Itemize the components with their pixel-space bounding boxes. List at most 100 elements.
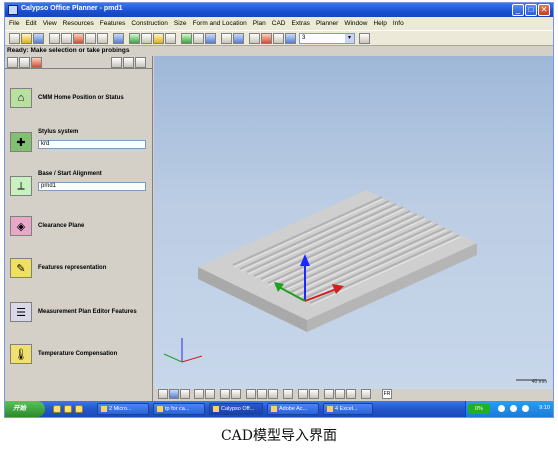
help-icon[interactable]	[221, 33, 232, 44]
start-button[interactable]: 开始	[5, 401, 45, 417]
menu-file[interactable]: File	[9, 20, 19, 27]
menu-extras[interactable]: Extras	[292, 20, 310, 27]
feature-cmm-home[interactable]: ⌂ CMM Home Position or Status	[5, 84, 153, 124]
view-mode-label[interactable]: FR	[382, 389, 392, 399]
menu-cad[interactable]: CAD	[272, 20, 286, 27]
feature-clearance-plane[interactable]: ◈ Clearance Plane	[5, 212, 153, 252]
rotate-dropdown-icon[interactable]	[309, 389, 319, 399]
taskbar-item-micro[interactable]: 2 Micro...	[97, 403, 149, 415]
panel-view-icon[interactable]	[7, 57, 18, 68]
undo-icon[interactable]	[85, 33, 96, 44]
chevron-down-icon[interactable]: ▾	[345, 34, 354, 43]
probe-icon[interactable]	[141, 33, 152, 44]
taskbar-item-excel[interactable]: 4 Excel...	[323, 403, 373, 415]
feature-stylus-system[interactable]: ✚ Stylus system krd	[5, 126, 153, 166]
quick-launch-ie-icon[interactable]	[53, 405, 61, 413]
panel-search-icon[interactable]	[111, 57, 122, 68]
copy-icon[interactable]	[61, 33, 72, 44]
panel-down-icon[interactable]	[135, 57, 146, 68]
cube-view-icon[interactable]	[169, 389, 179, 399]
menu-plan[interactable]: Plan	[253, 20, 266, 27]
menu-window[interactable]: Window	[344, 20, 367, 27]
tray-security-icon[interactable]	[522, 405, 529, 412]
cad-viewport[interactable]: 40 mm	[154, 56, 553, 389]
taskbar-item-adobe[interactable]: Adobe Ac...	[267, 403, 319, 415]
stop-icon[interactable]	[261, 33, 272, 44]
feature-base-alignment[interactable]: ⟂ Base / Start Alignment pmd1	[5, 168, 153, 208]
menu-resources[interactable]: Resources	[63, 20, 94, 27]
menu-bar: File Edit View Resources Features Constr…	[5, 17, 553, 30]
save-icon[interactable]	[33, 33, 44, 44]
panel-up-icon[interactable]	[123, 57, 134, 68]
view-dropdown-icon[interactable]	[205, 389, 215, 399]
cad-scene	[163, 190, 546, 381]
section-icon[interactable]	[335, 389, 345, 399]
quick-launch-folder-icon[interactable]	[64, 405, 72, 413]
tray-volume-icon[interactable]	[510, 405, 517, 412]
app-icon	[8, 5, 18, 15]
zoom-window-icon[interactable]	[268, 389, 278, 399]
clip-icon[interactable]	[324, 389, 334, 399]
display-icon[interactable]	[285, 33, 296, 44]
view-front-icon[interactable]	[180, 389, 190, 399]
panel-flag-icon[interactable]	[31, 57, 42, 68]
base-alignment-field[interactable]: pmd1	[38, 182, 146, 191]
minimize-button[interactable]: _	[512, 4, 524, 16]
feature-plan-editor[interactable]: ☰ Measurement Plan Editor Features	[5, 296, 153, 336]
rotate-icon[interactable]	[298, 389, 308, 399]
table-icon[interactable]	[193, 33, 204, 44]
menu-form-location[interactable]: Form and Location	[193, 20, 247, 27]
cut-icon[interactable]	[49, 33, 60, 44]
measure-icon[interactable]	[249, 33, 260, 44]
feature-temperature[interactable]: 🌡 Temperature Compensation	[5, 340, 153, 380]
quick-launch-desktop-icon[interactable]	[75, 405, 83, 413]
panel-list-icon[interactable]	[19, 57, 30, 68]
menu-help[interactable]: Help	[373, 20, 386, 27]
report-icon[interactable]	[181, 33, 192, 44]
menu-size[interactable]: Size	[174, 20, 187, 27]
title-bar: Calypso Office Planner - pmd1 _ □ ✕	[5, 3, 553, 17]
stylus-system-field[interactable]: krd	[38, 140, 146, 149]
taskbar-item-calypso[interactable]: Calypso Off...	[209, 403, 263, 415]
monitor-icon[interactable]	[361, 389, 371, 399]
info-icon[interactable]	[233, 33, 244, 44]
menu-features[interactable]: Features	[100, 20, 126, 27]
close-button[interactable]: ✕	[538, 4, 550, 16]
feature-label: Features representation	[38, 265, 107, 271]
select-icon[interactable]	[158, 389, 168, 399]
zoom-out-icon[interactable]	[257, 389, 267, 399]
run-icon[interactable]	[165, 33, 176, 44]
cmm-icon[interactable]	[129, 33, 140, 44]
pan-icon[interactable]	[283, 389, 293, 399]
zoom-in-icon[interactable]	[246, 389, 256, 399]
toolbar-combo[interactable]: 3 ▾	[299, 33, 355, 44]
view-left-icon[interactable]	[194, 389, 204, 399]
tray-network-icon[interactable]	[498, 405, 505, 412]
menu-view[interactable]: View	[43, 20, 57, 27]
grid-icon[interactable]	[273, 33, 284, 44]
paste-icon[interactable]	[73, 33, 84, 44]
redo-icon[interactable]	[97, 33, 108, 44]
menu-construction[interactable]: Construction	[131, 20, 168, 27]
menu-edit[interactable]: Edit	[25, 20, 36, 27]
open-folder-icon[interactable]	[21, 33, 32, 44]
shade-icon[interactable]	[346, 389, 356, 399]
clearance-plane-icon: ◈	[10, 216, 32, 236]
menu-planner[interactable]: Planner	[316, 20, 338, 27]
view-top-icon[interactable]	[220, 389, 230, 399]
print-icon[interactable]	[205, 33, 216, 44]
menu-info[interactable]: Info	[393, 20, 404, 27]
wand-icon[interactable]	[359, 33, 370, 44]
new-file-icon[interactable]	[9, 33, 20, 44]
maximize-button[interactable]: □	[525, 4, 537, 16]
tray-badge[interactable]: 0%	[468, 404, 490, 414]
windows-taskbar: 开始 2 Micro... tp for ca... Calypso Off..…	[5, 401, 553, 417]
plan-icon[interactable]	[153, 33, 164, 44]
status-message: Ready: Make selection or take probings	[5, 46, 553, 56]
binoculars-icon[interactable]	[113, 33, 124, 44]
cmm-home-icon: ⌂	[10, 88, 32, 108]
taskbar-item-tp[interactable]: tp for ca...	[153, 403, 205, 415]
view-axes	[163, 338, 203, 363]
view-iso-dropdown-icon[interactable]	[231, 389, 241, 399]
feature-representation[interactable]: ✎ Features representation	[5, 254, 153, 294]
